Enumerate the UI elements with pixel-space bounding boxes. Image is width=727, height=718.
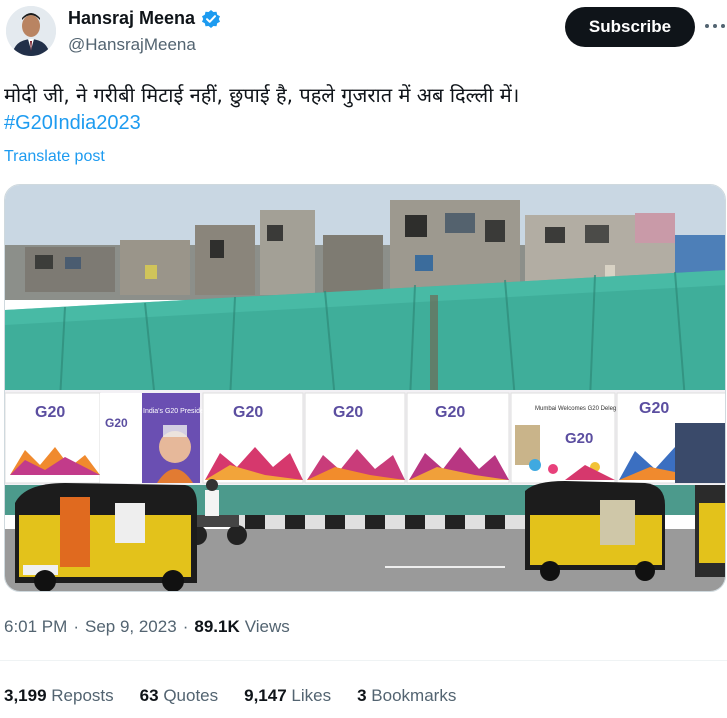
svg-text:G20: G20	[333, 404, 363, 421]
photo-scene: G20 G20 India's G20 Presidency G20 G20 G…	[5, 185, 725, 591]
svg-text:G20: G20	[233, 404, 263, 421]
post-timestamp: 6:01 PM · Sep 9, 2023 · 89.1K Views	[4, 617, 290, 637]
subscribe-button[interactable]: Subscribe	[565, 7, 695, 47]
engagement-stats: 3,199 Reposts 63 Quotes 9,147 Likes 3 Bo…	[4, 686, 482, 706]
verified-icon	[201, 9, 221, 29]
translate-post-link[interactable]: Translate post	[4, 148, 105, 166]
display-name[interactable]: Hansraj Meena	[68, 8, 195, 29]
divider	[0, 660, 727, 661]
svg-text:G20: G20	[105, 416, 128, 430]
likes-stat[interactable]: 9,147 Likes	[244, 686, 331, 706]
mumbai-welcome-text: Mumbai Welcomes G20 Delegates	[535, 406, 628, 412]
user-handle[interactable]: @HansrajMeena	[68, 35, 196, 55]
post-image[interactable]: G20 G20 India's G20 Presidency G20 G20 G…	[4, 184, 726, 592]
post-date[interactable]: Sep 9, 2023	[85, 617, 177, 637]
separator: ·	[73, 617, 79, 636]
bookmarks-stat[interactable]: 3 Bookmarks	[357, 686, 456, 706]
svg-text:G20: G20	[639, 400, 669, 417]
post-header: Hansraj Meena @HansrajMeena Subscribe	[0, 0, 727, 70]
views-count: 89.1K	[194, 617, 240, 636]
avatar[interactable]	[6, 6, 56, 56]
separator: ·	[182, 617, 189, 636]
svg-text:G20: G20	[435, 404, 465, 421]
g20-banners: G20 G20 India's G20 Presidency G20 G20 G…	[5, 390, 725, 485]
hashtag-link[interactable]: #G20India2023	[4, 112, 141, 135]
post-time[interactable]: 6:01 PM	[4, 617, 67, 637]
auto-rickshaw-right	[525, 481, 665, 581]
auto-rickshaw-left	[15, 483, 197, 591]
post-text: मोदी जी, ने गरीबी मिटाई नहीं, छुपाई है, …	[4, 83, 520, 107]
svg-text:G20: G20	[565, 430, 593, 447]
more-icon[interactable]	[704, 14, 726, 36]
reposts-stat[interactable]: 3,199 Reposts	[4, 686, 114, 706]
quotes-stat[interactable]: 63 Quotes	[140, 686, 218, 706]
banner-logo-text: G20	[35, 404, 65, 421]
views-label: Views	[244, 617, 290, 636]
